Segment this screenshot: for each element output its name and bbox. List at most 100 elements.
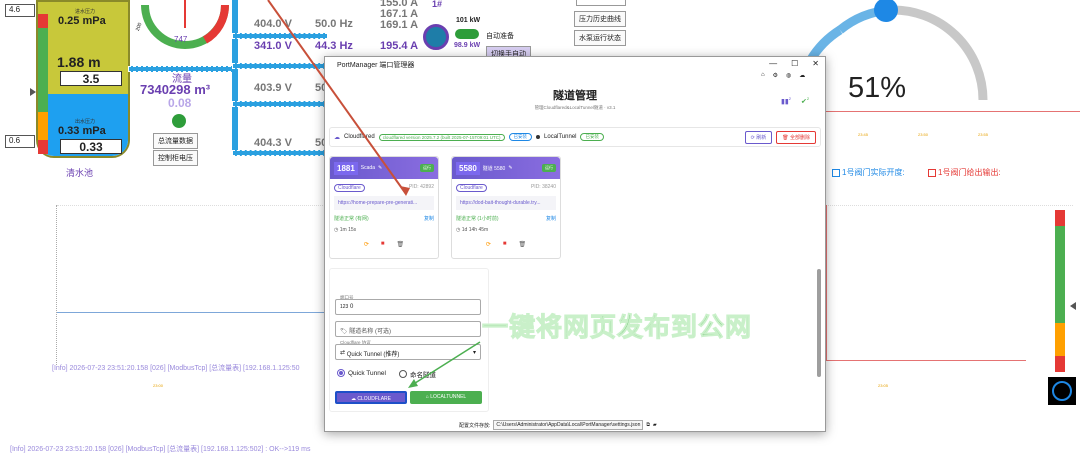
tunnel-card: 5580 隧道 5580 ✎ 运行 Cloudflare PID: 38240 …	[451, 156, 561, 259]
legend-actual: 1号阀门实际开度:	[832, 167, 905, 178]
window-title: PortManager 端口管理器	[337, 62, 415, 69]
card-status: 隧道正常 (1小时前)	[456, 216, 499, 222]
radio-quick[interactable]: Quick Tunnel	[337, 369, 386, 377]
delete-icon[interactable]: 🗑	[397, 241, 405, 248]
status-bar: 配置文件存放: C:\Users\Administrator\AppData\L…	[325, 419, 825, 431]
card-status: 隧道正常 (有网)	[334, 216, 369, 222]
row2-hz: 44.3 Hz	[315, 40, 353, 52]
flow-sub: 0.08	[168, 96, 192, 110]
config-path: C:\Users\Administrator\AppData\Local\Por…	[493, 420, 644, 430]
tunnel-name-input[interactable]: 🏷 隧道名称 (可选)	[335, 321, 481, 337]
tank-name: 清水池	[66, 168, 94, 178]
port-input[interactable]: 123 0	[335, 299, 481, 315]
page-title: 隧道管理	[553, 90, 597, 102]
control-voltage-button[interactable]: 控制柜电压	[153, 150, 198, 166]
restart-icon[interactable]: ⟳	[486, 241, 491, 248]
edit-icon[interactable]: ✎	[508, 165, 512, 171]
delete-all-button[interactable]: 🗑 全部删除	[776, 130, 816, 144]
flow-value: 7340298 m³	[140, 82, 211, 97]
port-manager-window: PortManager 端口管理器 — ☐ ✕ ⌂ ⚙ ◍ ☁ 隧道管理 管理C…	[324, 56, 826, 432]
row4-voltage: 404.3 V	[254, 137, 292, 149]
edit-icon[interactable]: ✎	[378, 165, 382, 171]
left-mid-value: 0.6	[5, 135, 35, 148]
kw-top: 101 kW	[456, 17, 481, 24]
kw-bottom: 98.9 kW	[454, 42, 481, 49]
row2-voltage: 341.0 V	[254, 40, 292, 52]
home-icon[interactable]: ⌂	[761, 72, 765, 79]
config-label: 配置文件存放:	[459, 422, 491, 429]
card-pid: PID: 38240	[530, 184, 556, 190]
card-pid: PID: 42892	[408, 184, 434, 190]
valve-percent: 51%	[848, 72, 907, 104]
radio-named[interactable]: 命名隧道	[399, 369, 436, 379]
arrow-left-icon	[1070, 302, 1076, 310]
pump-status-button[interactable]: 水泵运行状态	[574, 30, 626, 46]
close-icon[interactable]: ✕	[812, 59, 819, 68]
swap-icon: ⇄	[340, 350, 346, 356]
card-provider: Cloudflare	[456, 184, 487, 192]
folder-icon[interactable]: ▰	[653, 422, 657, 428]
lt-installed-badge: 已安装	[580, 133, 604, 141]
tank-level-box: 3.5	[60, 71, 122, 86]
restart-icon[interactable]: ⟳	[364, 241, 369, 248]
tank-bottom-pressure: 0.33 mPa	[58, 125, 106, 137]
tank-top-label: 进水压力	[75, 9, 96, 15]
stop-icon[interactable]: ■	[503, 241, 507, 248]
card-uptime: ◷ 1m 15s	[334, 227, 357, 233]
auto-prep-label: 自动准备	[486, 33, 514, 40]
maximize-icon[interactable]: ☐	[791, 59, 798, 68]
tank-level-bar	[38, 14, 48, 154]
legend-output: 1号阀门给出输出:	[928, 167, 1001, 178]
right-level-bar	[1055, 210, 1065, 373]
cloud-icon: ☁	[334, 134, 340, 141]
loading-icon	[1048, 377, 1076, 405]
localtunnel-label: LocalTunnel	[544, 134, 577, 140]
time-label-3: 23:55	[978, 132, 989, 137]
flow-gauge	[141, 0, 230, 49]
card-copy-link[interactable]: 复制	[546, 215, 556, 222]
globe-icon[interactable]: ◍	[786, 72, 791, 79]
card-url[interactable]: https://home-prepare-pre-generati...	[334, 196, 434, 210]
card-uptime: ◷ 1d 14h 45m	[456, 227, 489, 233]
minimize-icon[interactable]: —	[769, 59, 777, 68]
check-icon[interactable]: ✔2	[801, 96, 809, 105]
card-copy-link[interactable]: 复制	[424, 215, 434, 222]
cloudflare-button[interactable]: ☁ CLOUDFLARE	[335, 391, 407, 404]
copy-icon[interactable]: ⧉	[646, 422, 650, 428]
gauge-value: 747	[174, 35, 188, 44]
pump-number: 1#	[432, 0, 443, 9]
window-titlebar: PortManager 端口管理器	[325, 57, 825, 73]
amp-169: 169.1 A	[380, 19, 419, 31]
auto-toggle[interactable]	[455, 29, 479, 39]
chart-time-2: 23:05	[878, 383, 889, 388]
stop-icon[interactable]: ■	[381, 241, 385, 248]
chart-time-1: 23:00	[153, 383, 164, 388]
status-dot	[172, 114, 186, 128]
cloudflared-label: Cloudflared	[344, 134, 375, 140]
card-url[interactable]: https://dod-bait-thought-durable.try...	[456, 196, 556, 210]
scrollbar[interactable]	[817, 269, 821, 377]
tunnel-toolbar: ☁ Cloudflared cloudflared version 2025.7…	[329, 127, 821, 147]
chart-icon[interactable]: ▮▮2	[781, 96, 791, 105]
time-label-2: 23:50	[918, 132, 929, 137]
pressure-history-button[interactable]: 压力历史曲线	[574, 11, 626, 27]
provider-select[interactable]: ⇄ Quick Tunnel (推荐) ▾	[335, 344, 481, 360]
tag-icon: 🏷	[340, 329, 348, 335]
delete-icon[interactable]: 🗑	[519, 241, 527, 248]
row2-amp: 195.4 A	[380, 40, 419, 52]
page-subtitle: 管理Cloudflared&LocalTunnel隧道 · v3.1	[534, 105, 616, 110]
localtunnel-button[interactable]: ⌂ LOCALTUNNEL	[410, 391, 482, 404]
refresh-button[interactable]: ⟳ 刷新	[744, 130, 773, 144]
total-flow-button[interactable]: 总流量数据	[153, 133, 198, 149]
card-status-badge: 运行	[542, 164, 556, 172]
tank-level: 1.88 m	[57, 54, 101, 70]
version-badge: cloudflared version 2025.7.2 (built 2025…	[378, 133, 505, 141]
tank-bottom-label: 出水压力	[75, 119, 96, 125]
card-name: 隧道 5580	[482, 165, 506, 172]
card-port: 5580	[456, 161, 480, 175]
row1-hz: 50.0 Hz	[315, 18, 353, 30]
network-icon[interactable]: ⚙	[773, 72, 778, 79]
overlay-caption: 一键将网页发布到公网	[481, 312, 753, 343]
card-status-badge: 运行	[420, 164, 434, 172]
tunnel-icon[interactable]: ☁	[799, 72, 805, 79]
